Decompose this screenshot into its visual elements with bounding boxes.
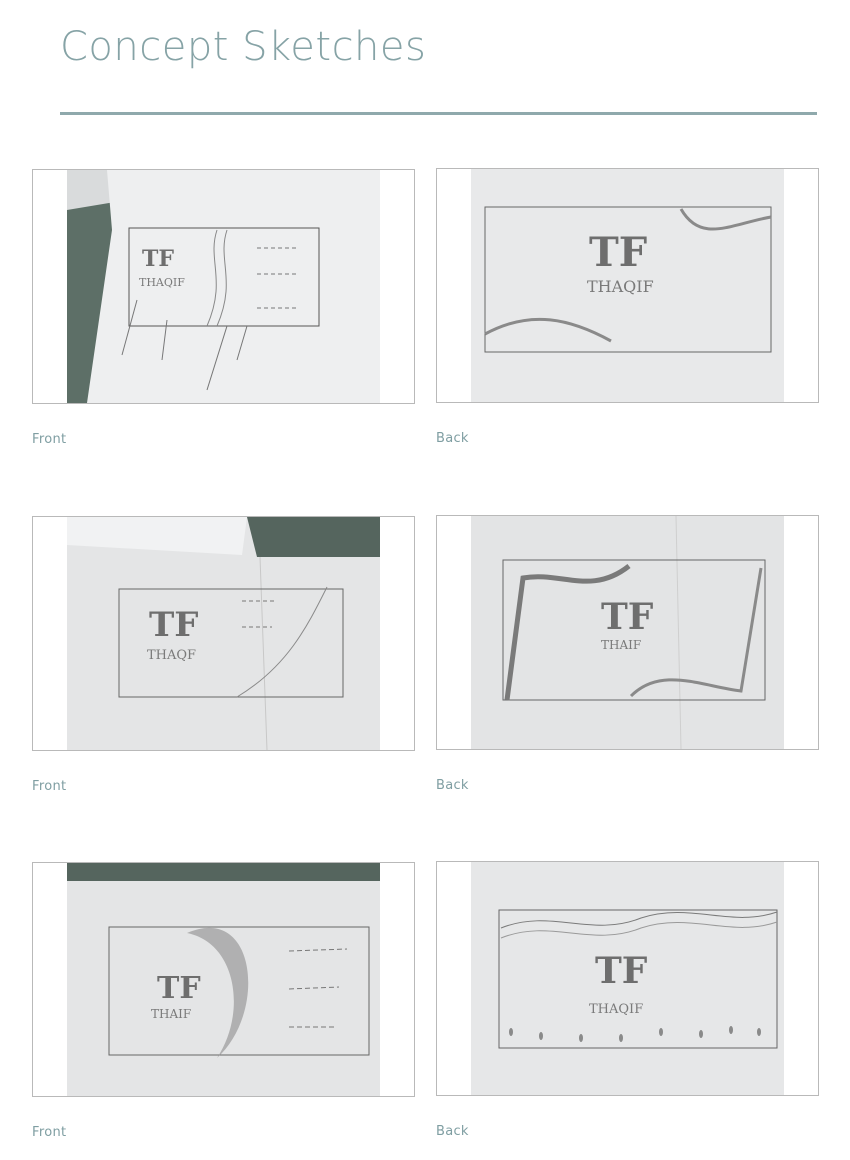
sketch-card-1[interactable]: TF THAQIF	[32, 169, 415, 404]
sketch-name: THAIF	[151, 1007, 192, 1021]
sketch-name: THAQIF	[587, 277, 654, 296]
sketch-name: THAQIF	[139, 276, 185, 289]
sketch-photo-back-2: TF THAIF	[471, 516, 784, 749]
sketch-card-6[interactable]: TF THAQIF	[436, 861, 819, 1096]
sketch-card-4[interactable]: TF THAIF	[436, 515, 819, 750]
sketch-monogram: TF	[149, 605, 199, 645]
sketch-caption-6: Back	[436, 1124, 469, 1139]
sketch-monogram: TF	[589, 229, 648, 276]
sketch-name: THAQIF	[589, 1002, 644, 1017]
sketch-card-5[interactable]: TF THAIF	[32, 862, 415, 1097]
sketch-caption-5: Front	[32, 1125, 67, 1140]
sketch-caption-4: Back	[436, 778, 469, 793]
sketch-photo-front-3: TF THAIF	[67, 863, 380, 1096]
sketch-photo-front-2: TF THAQF	[67, 517, 380, 750]
sketch-card-2[interactable]: TF THAQIF	[436, 168, 819, 403]
sketch-photo-front-1: TF THAQIF	[67, 170, 380, 403]
sketch-caption-3: Front	[32, 779, 67, 794]
sketch-monogram: TF	[601, 596, 654, 638]
sketch-caption-1: Front	[32, 432, 67, 447]
sketch-monogram: TF	[142, 246, 174, 272]
sketch-caption-2: Back	[436, 431, 469, 446]
sketch-photo-back-3: TF THAQIF	[471, 862, 784, 1095]
sketch-monogram: TF	[595, 950, 648, 992]
sketch-name: THAQF	[147, 648, 197, 663]
sketch-photo-back-1: TF THAQIF	[471, 169, 784, 402]
sketch-monogram: TF	[157, 971, 201, 1006]
sketch-card-3[interactable]: TF THAQF	[32, 516, 415, 751]
sketch-name: THAIF	[601, 638, 642, 652]
page-title: Concept Sketches	[60, 24, 427, 70]
title-divider	[60, 112, 817, 115]
